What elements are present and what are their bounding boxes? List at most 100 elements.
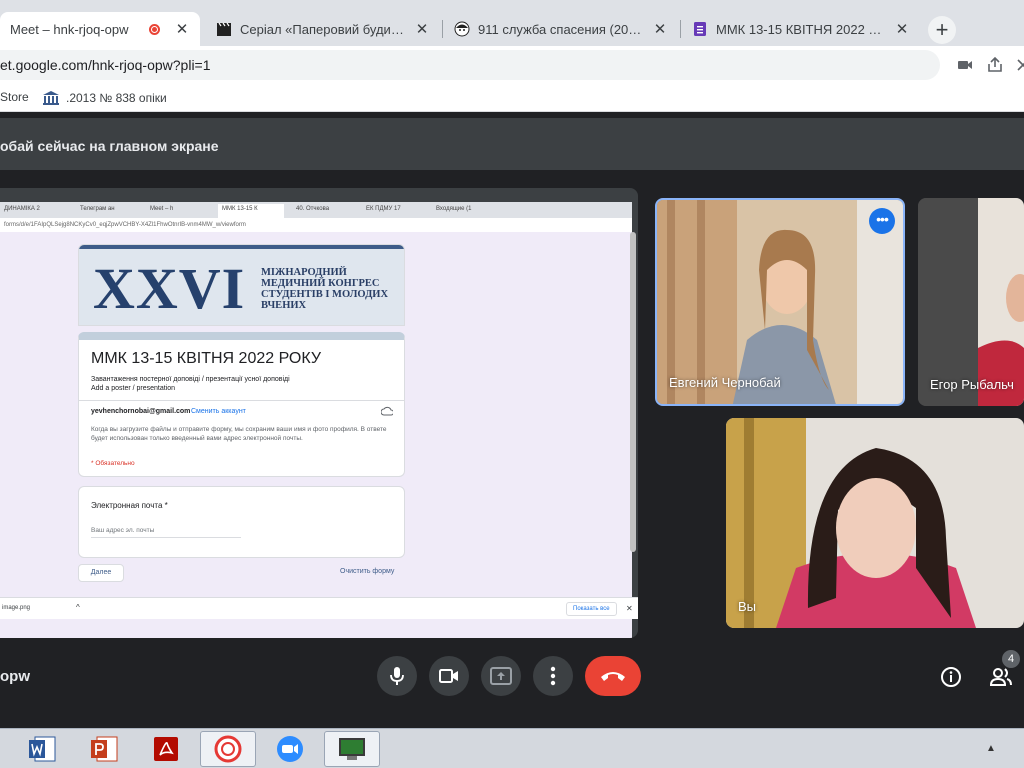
present-icon bbox=[490, 667, 512, 685]
participant-name: Егор Рыбальч bbox=[930, 377, 1014, 392]
downloads-bar: image.png ^ Показать все ✕ bbox=[0, 597, 638, 619]
close-icon[interactable]: ✕ bbox=[414, 20, 430, 38]
participant-tile-evgeniy[interactable]: Евгений Чернобай ••• bbox=[655, 198, 905, 406]
close-icon: ✕ bbox=[626, 604, 633, 613]
meet-app: обай сейчас на главном экране ДИНАМІКА 2… bbox=[0, 112, 1024, 728]
bank-icon bbox=[43, 91, 59, 105]
banner-text: МІЖНАРОДНИЙ МЕДИЧНИЙ КОНГРЕС СТУДЕНТІВ І… bbox=[261, 267, 389, 311]
camera-icon[interactable] bbox=[956, 56, 974, 74]
meeting-info-button[interactable] bbox=[934, 660, 968, 694]
cartoon-avatar-icon bbox=[454, 21, 470, 37]
taskbar-zoom[interactable] bbox=[262, 731, 318, 767]
powerpoint-icon bbox=[91, 736, 118, 762]
tray-chevron-icon[interactable]: ▲ bbox=[986, 743, 996, 754]
forms-icon bbox=[694, 22, 706, 36]
taskbar-powerpoint[interactable] bbox=[76, 731, 132, 767]
form-title: ММК 13-15 КВІТНЯ 2022 РОКУ bbox=[91, 350, 322, 367]
new-tab-button[interactable]: + bbox=[928, 16, 956, 44]
mic-icon bbox=[390, 667, 404, 685]
shared-url: forms/d/e/1FAIpQLSejg8NCKyCv0_eqjZpwVCHB… bbox=[0, 218, 632, 232]
present-button[interactable] bbox=[481, 656, 521, 696]
more-options-button[interactable] bbox=[533, 656, 573, 696]
cloud-icon bbox=[381, 406, 393, 416]
bookmark-store[interactable]: Store bbox=[0, 90, 29, 104]
close-icon[interactable] bbox=[1014, 56, 1024, 74]
participant-video bbox=[918, 198, 1024, 406]
download-file: image.png bbox=[2, 605, 31, 611]
presenting-text: обай сейчас на главном экране bbox=[0, 138, 219, 154]
switch-account-link[interactable]: Сменить аккаунт bbox=[191, 408, 246, 415]
bookmark-label: Store bbox=[0, 90, 29, 104]
bookmarks-bar: Store .2013 № 838 опіки bbox=[0, 84, 1024, 112]
participant-name: Вы bbox=[738, 599, 757, 614]
windows-taskbar: ▲ bbox=[0, 728, 1024, 768]
tab-title: Meet – hnk-rjoq-opw bbox=[10, 21, 129, 37]
bookmark-decree[interactable]: .2013 № 838 опіки bbox=[42, 90, 167, 106]
tab-forms[interactable]: ММК 13-15 КВІТНЯ 2022 РОКУ ✕ bbox=[682, 12, 920, 46]
meeting-code: opw bbox=[0, 668, 30, 685]
email-field[interactable]: Ваш адрес эл. почты bbox=[91, 527, 241, 538]
info-icon bbox=[941, 667, 961, 687]
hangup-icon bbox=[601, 672, 625, 681]
taskbar-acrobat[interactable] bbox=[138, 731, 194, 767]
chevron-up-icon: ^ bbox=[76, 603, 80, 612]
yandex-icon bbox=[214, 735, 242, 763]
tab-separator bbox=[442, 20, 443, 38]
next-button[interactable]: Далее bbox=[78, 564, 124, 582]
participant-tile-self[interactable]: Вы bbox=[726, 418, 1024, 628]
share-icon[interactable] bbox=[986, 56, 1004, 74]
people-icon bbox=[989, 668, 1012, 686]
tab-series[interactable]: Серіал «Паперовий будинок» 1 ✕ bbox=[206, 12, 440, 46]
taskbar-word[interactable] bbox=[14, 731, 70, 767]
shared-tab: Входящие (1 bbox=[436, 206, 472, 212]
camera-button[interactable] bbox=[429, 656, 469, 696]
monitor-icon bbox=[339, 738, 365, 760]
tab-title: ММК 13-15 КВІТНЯ 2022 РОКУ bbox=[716, 21, 888, 37]
presenting-banner: обай сейчас на главном экране bbox=[0, 118, 1024, 170]
close-icon[interactable]: ✕ bbox=[174, 20, 190, 38]
shared-tab: ЕК ПДМУ 17 bbox=[366, 206, 401, 212]
browser-tab-strip: Meet – hnk-rjoq-opw ✕ Серіал «Паперовий … bbox=[0, 0, 1024, 46]
shared-tab-active: ММК 13-15 К bbox=[218, 204, 284, 218]
close-icon[interactable]: ✕ bbox=[894, 20, 910, 38]
participants-count-badge: 4 bbox=[1002, 650, 1020, 668]
shared-browser-tabs: ДИНАМІКА 2 Телеграм ан Meet – h ММК 13-1… bbox=[0, 202, 632, 218]
form-subtitle: Завантаження постерної доповіді / презен… bbox=[91, 376, 290, 383]
taskbar-yandex[interactable] bbox=[200, 731, 256, 767]
email-question-card: Электронная почта * Ваш адрес эл. почты bbox=[78, 486, 405, 558]
participant-tile-egor[interactable]: Егор Рыбальч bbox=[918, 198, 1024, 406]
tab-911[interactable]: 911 служба спасения (2018) смо ✕ bbox=[444, 12, 678, 46]
clear-form-button[interactable]: Очистить форму bbox=[340, 568, 394, 575]
leave-call-button[interactable] bbox=[585, 656, 641, 696]
address-bar: et.google.com/hnk-rjoq-opw?pli=1 bbox=[0, 46, 1024, 84]
divider bbox=[79, 400, 404, 401]
acrobat-icon bbox=[154, 737, 178, 761]
word-icon bbox=[29, 736, 56, 762]
shared-tab: Телеграм ан bbox=[80, 206, 115, 212]
privacy-notice: Когда вы загрузите файлы и отправите фор… bbox=[91, 426, 387, 442]
show-all-button: Показать все bbox=[566, 602, 617, 616]
more-options-button[interactable]: ••• bbox=[869, 208, 895, 234]
participant-video bbox=[726, 418, 1024, 628]
url-input[interactable]: et.google.com/hnk-rjoq-opw?pli=1 bbox=[0, 50, 940, 80]
mic-button[interactable] bbox=[377, 656, 417, 696]
shared-tab: Meet – h bbox=[150, 206, 174, 212]
shared-form-page: XXVI МІЖНАРОДНИЙ МЕДИЧНИЙ КОНГРЕС СТУДЕН… bbox=[0, 232, 632, 638]
tab-title: Серіал «Паперовий будинок» 1 bbox=[240, 21, 408, 37]
video-icon bbox=[439, 669, 458, 683]
form-subtitle-en: Add a poster / presentation bbox=[91, 385, 176, 392]
form-title-card: ММК 13-15 КВІТНЯ 2022 РОКУ Завантаження … bbox=[78, 332, 405, 477]
banner-line bbox=[79, 245, 404, 249]
clapper-icon bbox=[217, 22, 231, 36]
email-question-label: Электронная почта * bbox=[91, 501, 168, 510]
close-icon[interactable]: ✕ bbox=[652, 20, 668, 38]
shared-scrollbar bbox=[630, 232, 636, 552]
participant-name: Евгений Чернобай bbox=[669, 375, 781, 390]
tab-meet[interactable]: Meet – hnk-rjoq-opw ✕ bbox=[0, 12, 200, 46]
required-note: * Обязательно bbox=[91, 460, 135, 467]
taskbar-monitor-app[interactable] bbox=[324, 731, 380, 767]
shared-tab: ДИНАМІКА 2 bbox=[4, 206, 40, 212]
tab-separator bbox=[680, 20, 681, 38]
shared-screen: ДИНАМІКА 2 Телеграм ан Meet – h ММК 13-1… bbox=[0, 188, 638, 638]
record-icon bbox=[149, 23, 160, 35]
